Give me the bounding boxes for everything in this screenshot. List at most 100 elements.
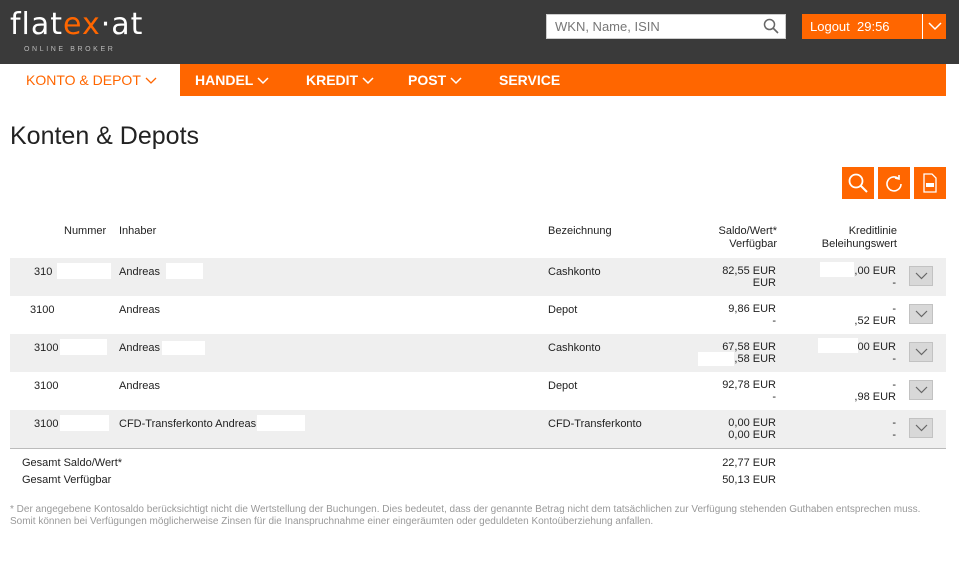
nav-label: KREDIT xyxy=(306,72,359,88)
nav-label: SERVICE xyxy=(499,72,561,88)
redaction xyxy=(698,352,734,366)
cell-bezeichnung: Cashkonto xyxy=(548,266,601,278)
chevron-down-icon xyxy=(928,22,942,31)
header-kredit-line1: Kreditlinie xyxy=(848,225,897,237)
totals-divider xyxy=(10,448,946,449)
header-saldo-line1: Saldo/Wert* xyxy=(718,225,778,237)
page-title: Konten & Depots xyxy=(10,122,200,150)
nav-label: POST xyxy=(408,72,447,88)
search-input[interactable] xyxy=(547,15,757,38)
total-saldo-value: 22,77 EUR xyxy=(722,457,776,469)
cell-beleihung: - xyxy=(892,429,896,441)
cell-saldo: 9,86 EUR xyxy=(728,303,776,315)
logo-wordmark: flatex·at xyxy=(10,7,144,42)
row-expand-button[interactable] xyxy=(909,266,933,286)
chevron-down-icon xyxy=(362,77,374,85)
table-row[interactable]: 3100 Andreas Cashkonto 67,58 EUR 7,58 EU… xyxy=(10,334,946,372)
nav-label: HANDEL xyxy=(195,72,254,88)
chevron-down-icon xyxy=(915,348,928,356)
nav-handel[interactable]: HANDEL xyxy=(195,64,269,96)
cell-nummer: 3100 xyxy=(34,380,59,392)
header-bezeichnung: Bezeichnung xyxy=(548,225,612,237)
header-saldo: Saldo/Wert* Verfügbar xyxy=(719,225,778,251)
row-expand-button[interactable] xyxy=(909,380,933,400)
cell-beleihung: - xyxy=(892,277,896,289)
xls-export-button[interactable] xyxy=(914,167,946,199)
redaction xyxy=(166,263,203,279)
top-bar: flatex·at ONLINE BROKER Logout 29:56 xyxy=(0,0,959,64)
nav-kredit[interactable]: KREDIT xyxy=(306,64,374,96)
nav-label: KONTO & DEPOT xyxy=(26,72,141,88)
session-timer: 29:56 xyxy=(857,19,890,34)
cell-verfuegbar: - xyxy=(772,315,776,327)
footnote: * Der angegebene Kontosaldo berücksichti… xyxy=(10,504,921,527)
logout-label: Logout xyxy=(810,19,850,34)
header-kredit-line2: Beleihungswert xyxy=(821,238,897,250)
search-box xyxy=(546,14,786,39)
cell-inhaber: CFD-Transferkonto Andreas xyxy=(119,418,257,430)
total-verfuegbar-label: Gesamt Verfügbar xyxy=(22,474,112,486)
xls-export-icon xyxy=(923,173,937,193)
cell-kredit: - xyxy=(892,417,896,429)
cell-bezeichnung: CFD-Transferkonto xyxy=(548,418,642,430)
nav-post[interactable]: POST xyxy=(408,64,462,96)
cell-saldo: 92,78 EUR xyxy=(722,379,776,391)
cell-verfuegbar: 0,00 EUR xyxy=(728,429,776,441)
logout-button[interactable]: Logout 29:56 xyxy=(802,14,922,39)
header-saldo-line2: Verfügbar xyxy=(729,238,777,250)
cell-verfuegbar: 7,58 EUR xyxy=(728,353,776,365)
cell-inhaber: Andreas xyxy=(119,380,160,392)
cell-beleihung: ,52 EUR xyxy=(854,315,896,327)
cell-verfuegbar: EUR xyxy=(752,277,776,289)
refresh-icon xyxy=(886,175,902,192)
chevron-down-icon xyxy=(450,77,462,85)
cell-bezeichnung: Depot xyxy=(548,304,578,316)
redaction xyxy=(162,341,205,355)
chevron-down-icon xyxy=(915,424,928,432)
table-row[interactable]: 3100 Andreas Depot 9,86 EUR - - ,52 EUR xyxy=(10,296,946,334)
chevron-down-icon xyxy=(915,272,928,280)
logout-dropdown-button[interactable] xyxy=(922,14,946,39)
cell-nummer: 3100 xyxy=(34,418,59,430)
cell-inhaber: Andreas xyxy=(119,342,160,354)
cell-bezeichnung: Cashkonto xyxy=(548,342,601,354)
chevron-down-icon xyxy=(145,77,157,85)
chevron-down-icon xyxy=(257,77,269,85)
cell-kredit: 00 EUR xyxy=(857,341,896,353)
nav-service[interactable]: SERVICE xyxy=(499,64,560,96)
table-row[interactable]: 310 Andreas Cashkonto 82,55 EUR EUR ,00 … xyxy=(10,258,946,296)
table-row[interactable]: 3100 CFD-Transferkonto Andreas CFD-Trans… xyxy=(10,410,946,448)
flatex-logo[interactable]: flatex·at ONLINE BROKER xyxy=(10,7,170,54)
header-nummer: Nummer xyxy=(64,225,107,237)
redaction xyxy=(60,415,109,431)
redaction xyxy=(57,263,111,279)
nav-konto-depot[interactable]: KONTO & DEPOT xyxy=(10,64,180,96)
cell-beleihung: ,98 EUR xyxy=(854,391,896,403)
row-expand-button[interactable] xyxy=(909,418,933,438)
cell-saldo: 82,55 EUR xyxy=(722,265,776,277)
row-expand-button[interactable] xyxy=(909,304,933,324)
cell-nummer: 3100 xyxy=(30,304,55,316)
chevron-down-icon xyxy=(915,310,928,318)
search-button[interactable] xyxy=(842,167,874,199)
header-kreditlinie: Kreditlinie Beleihungswert xyxy=(822,225,897,251)
cell-verfuegbar: - xyxy=(772,391,776,403)
search-icon xyxy=(848,173,868,193)
cell-saldo: 0,00 EUR xyxy=(728,417,776,429)
total-saldo-label: Gesamt Saldo/Wert* xyxy=(22,457,123,469)
chevron-down-icon xyxy=(915,386,928,394)
refresh-button[interactable] xyxy=(878,167,910,199)
cell-nummer: 310 xyxy=(34,266,53,278)
cell-inhaber: Andreas xyxy=(119,266,160,278)
cell-beleihung: - xyxy=(892,353,896,365)
logo-subtitle: ONLINE BROKER xyxy=(24,46,116,53)
table-row[interactable]: 3100 Andreas Depot 92,78 EUR - - ,98 EUR xyxy=(10,372,946,410)
cell-kredit: - xyxy=(892,303,896,315)
row-expand-button[interactable] xyxy=(909,342,933,362)
cell-inhaber: Andreas xyxy=(119,304,160,316)
redaction xyxy=(60,339,107,355)
redaction xyxy=(820,262,854,277)
redaction xyxy=(257,415,305,431)
cell-bezeichnung: Depot xyxy=(548,380,578,392)
search-icon[interactable] xyxy=(763,18,779,34)
